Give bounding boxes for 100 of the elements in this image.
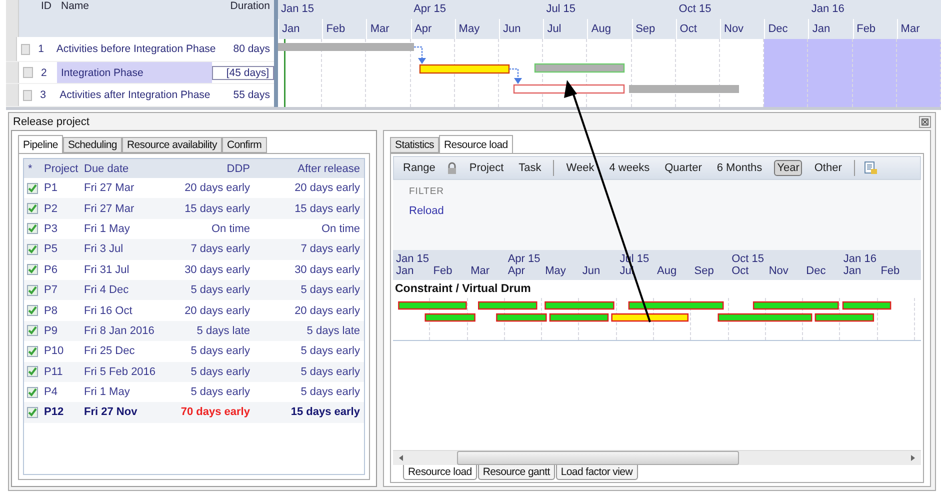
ddp-status: 15 days early <box>184 202 250 215</box>
month-label: Jan <box>843 265 862 277</box>
checkbox[interactable] <box>27 182 38 194</box>
month-label: Apr <box>508 265 525 277</box>
month-label: Feb <box>433 265 452 277</box>
checkbox[interactable] <box>27 346 38 357</box>
month-label: Jan <box>396 265 414 277</box>
project-id: P1 <box>44 182 58 194</box>
month-label: Nov <box>724 23 744 35</box>
document-icon <box>21 44 30 55</box>
quarter-label: Apr 15 <box>414 3 446 15</box>
scroll-left-icon[interactable] <box>397 454 405 462</box>
due-date: Fri 1 May <box>84 222 130 235</box>
document-icon <box>23 67 33 78</box>
due-date: Fri 3 Jul <box>84 243 124 256</box>
ddp-status: 70 days early <box>180 406 250 418</box>
period-button[interactable]: 6 Months <box>714 160 766 176</box>
ddp-status: 30 days early <box>184 264 250 276</box>
resource-title: Constraint / Virtual Drum <box>394 282 532 297</box>
checkbox[interactable] <box>27 223 38 234</box>
period-button[interactable]: Quarter <box>662 160 705 176</box>
period-button[interactable]: Year <box>774 160 802 176</box>
month-label: Jan <box>282 23 300 35</box>
view-tab[interactable]: Load factor view <box>556 465 638 480</box>
ddp-status: On time <box>211 222 250 235</box>
checkbox[interactable] <box>27 203 38 214</box>
project-id: P5 <box>44 243 58 256</box>
release-status: 7 days early <box>300 243 360 256</box>
checkbox[interactable] <box>27 366 38 378</box>
month-label: Nov <box>768 265 788 277</box>
ddp-status: 7 days early <box>190 243 250 256</box>
task-id: 3 <box>39 89 48 102</box>
due-date: Fri 1 May <box>84 386 130 398</box>
tab[interactable]: Resource availability <box>122 137 222 153</box>
load-bar[interactable] <box>628 301 724 310</box>
window-title: Release project <box>13 116 90 128</box>
due-date: Fri 27 Nov <box>84 406 138 418</box>
month-label: Oct <box>680 23 697 35</box>
column-header: Due date <box>84 162 129 174</box>
period-button[interactable]: Week <box>563 160 598 176</box>
scope-button[interactable]: Task <box>516 160 544 176</box>
column-header: Name <box>60 0 90 14</box>
release-status: On time <box>321 222 360 235</box>
project-id: P3 <box>44 222 58 235</box>
tab[interactable]: Confirm <box>222 137 267 153</box>
month-label: Feb <box>326 23 346 35</box>
checkbox[interactable] <box>27 406 38 418</box>
scrollbar-thumb[interactable] <box>457 451 739 465</box>
tab[interactable]: Statistics <box>390 137 440 153</box>
release-status: 15 days early <box>290 406 360 418</box>
row-handle[interactable] <box>6 62 19 84</box>
period-button[interactable]: Other <box>811 160 845 176</box>
tab[interactable]: Scheduling <box>62 137 122 153</box>
checkbox[interactable] <box>27 386 38 398</box>
ddp-status: 5 days early <box>190 284 250 296</box>
period-button[interactable]: 4 weeks <box>606 160 653 176</box>
month-label: Apr <box>414 23 432 35</box>
due-date: Fri 27 Mar <box>84 202 134 215</box>
task-name[interactable]: Activities after Integration Phase <box>56 84 214 106</box>
load-bar[interactable] <box>611 313 689 322</box>
release-status: 5 days early <box>300 366 360 378</box>
tab[interactable]: Resource load <box>439 135 513 153</box>
task-name[interactable]: Integration Phase <box>57 62 212 84</box>
task-name[interactable]: Activities before Integration Phase <box>52 37 220 61</box>
checkbox[interactable] <box>27 284 38 296</box>
export-icon[interactable] <box>864 161 878 175</box>
close-button[interactable] <box>919 116 931 128</box>
view-tab[interactable]: Resource gantt <box>478 465 555 480</box>
checkbox[interactable] <box>27 244 38 255</box>
scope-button[interactable]: Project <box>466 160 507 176</box>
dependency-arrow <box>508 68 522 84</box>
month-label: Feb <box>880 265 900 277</box>
ddp-status: 20 days early <box>184 182 250 194</box>
range-button[interactable]: Range <box>400 160 438 176</box>
month-label: Jun <box>503 23 521 35</box>
checkbox[interactable] <box>27 264 38 276</box>
task-duration: [45 days] <box>212 66 274 80</box>
tab[interactable]: Pipeline <box>18 135 63 153</box>
quarter-label: Jan 15 <box>396 253 430 265</box>
project-id: P9 <box>44 324 58 337</box>
row-handle[interactable] <box>6 84 18 106</box>
due-date: Fri 4 Dec <box>84 284 129 296</box>
checkbox[interactable] <box>27 305 38 316</box>
task-id: 2 <box>40 66 48 79</box>
reload-link[interactable]: Reload <box>409 205 905 217</box>
scroll-right-icon[interactable] <box>909 454 917 462</box>
month-label: Dec <box>768 23 788 35</box>
gantt-bar[interactable] <box>513 84 625 94</box>
lock-icon[interactable] <box>447 162 458 174</box>
ddp-status: 5 days early <box>190 366 250 378</box>
month-label: May <box>545 265 566 277</box>
filter-label: FILTER <box>409 186 446 197</box>
view-tab[interactable]: Resource load <box>403 465 477 480</box>
row-handle[interactable] <box>6 0 19 38</box>
project-id: P10 <box>44 345 64 358</box>
release-status: 5 days early <box>300 284 360 296</box>
ddp-status: 5 days early <box>190 386 250 398</box>
due-date: Fri 16 Oct <box>84 304 132 317</box>
checkbox[interactable] <box>27 325 38 336</box>
row-handle[interactable] <box>6 37 18 61</box>
